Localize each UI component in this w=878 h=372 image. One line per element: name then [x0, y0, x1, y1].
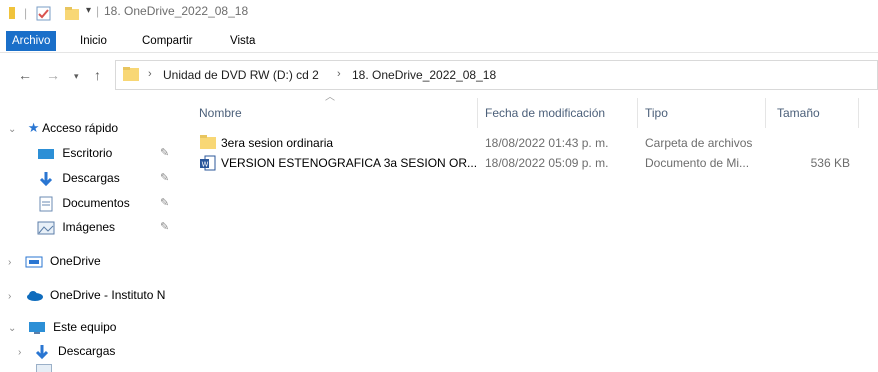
nav-item-imagenes[interactable]: Imágenes — [37, 216, 115, 238]
file-type: Documento de Mi... — [645, 156, 750, 170]
chevron-right-icon[interactable]: › — [18, 347, 21, 358]
nav-item-label: Imágenes — [62, 220, 116, 234]
file-type: Carpeta de archivos — [645, 136, 753, 150]
up-arrow-icon[interactable]: ↑ — [94, 67, 101, 83]
tab-vista[interactable]: Vista — [222, 31, 263, 51]
toolbar-divider: | — [96, 4, 100, 18]
sort-up-icon: ︿ — [325, 92, 335, 103]
nav-item-label: OneDrive — [50, 254, 101, 268]
column-header-size[interactable]: Tamaño — [777, 104, 820, 122]
column-divider[interactable] — [858, 98, 859, 128]
ribbon-divider — [0, 52, 878, 53]
file-size: 536 KB — [810, 156, 850, 170]
recent-locations-icon[interactable]: ▾ — [74, 71, 79, 82]
nav-item-label: Documentos — [62, 196, 130, 210]
tab-archivo[interactable]: Archivo — [6, 31, 57, 51]
star-icon: ★ — [27, 120, 40, 135]
column-divider[interactable] — [765, 98, 766, 128]
column-header-name[interactable]: Nombre — [199, 104, 242, 122]
chevron-right-icon[interactable]: › — [337, 68, 341, 80]
nav-item-descargas-pc[interactable]: › Descargas — [18, 340, 115, 362]
nav-onedrive[interactable]: › OneDrive — [8, 250, 101, 272]
column-divider[interactable] — [477, 98, 478, 128]
toolbar-divider: | — [24, 6, 28, 20]
onedrive-personal-icon — [25, 254, 43, 268]
computer-icon — [28, 320, 46, 334]
chevron-down-icon[interactable]: ⌄ — [8, 323, 16, 334]
column-header-type[interactable]: Tipo — [645, 104, 668, 122]
chevron-right-icon[interactable]: › — [8, 291, 11, 302]
nav-item-documentos[interactable]: Documentos — [37, 192, 130, 214]
word-document-icon: W — [200, 155, 216, 174]
nav-item-label: Escritorio — [62, 146, 113, 160]
documents-icon — [37, 196, 55, 212]
column-divider[interactable] — [637, 98, 638, 128]
nav-item-label: Descargas — [58, 344, 116, 358]
tab-compartir[interactable]: Compartir — [134, 31, 200, 51]
forward-arrow-icon[interactable]: → — [46, 67, 60, 83]
tab-inicio[interactable]: Inicio — [72, 31, 115, 51]
desktop-icon — [37, 146, 55, 160]
file-date: 18/08/2022 05:09 p. m. — [485, 156, 609, 170]
nav-this-pc[interactable]: ⌄ Este equipo — [8, 316, 116, 338]
nav-item-label: OneDrive - Instituto N — [50, 288, 166, 302]
pin-icon[interactable]: ✎ — [160, 171, 169, 184]
nav-item-label: Este equipo — [53, 320, 117, 334]
download-icon — [33, 344, 51, 359]
download-icon — [37, 171, 55, 186]
nav-quick-access-label: Acceso rápido — [42, 121, 119, 135]
table-row[interactable]: W VERSION ESTENOGRAFICA 3a SESION OR... … — [192, 153, 858, 173]
properties-icon[interactable] — [36, 6, 51, 21]
nav-onedrive-org[interactable]: › OneDrive - Instituto N — [8, 284, 178, 306]
breadcrumb-item[interactable]: Unidad de DVD RW (D:) cd 2 — [163, 68, 319, 82]
nav-quick-access[interactable]: ⌄ ★ Acceso rápido — [8, 117, 118, 139]
file-date: 18/08/2022 01:43 p. m. — [485, 136, 609, 150]
nav-item-escritorio[interactable]: Escritorio — [37, 142, 112, 164]
pictures-icon — [37, 220, 55, 235]
nav-item-label: Descargas — [62, 171, 120, 185]
back-arrow-icon[interactable]: ← — [18, 67, 32, 83]
pin-icon[interactable]: ✎ — [160, 196, 169, 209]
nav-item-descargas[interactable]: Descargas — [37, 167, 120, 189]
chevron-down-icon[interactable]: ⌄ — [8, 124, 16, 135]
new-folder-icon[interactable] — [64, 6, 79, 20]
svg-text:W: W — [202, 161, 209, 169]
folder-icon[interactable] — [8, 6, 22, 20]
table-row[interactable]: 3era sesion ordinaria 18/08/2022 01:43 p… — [192, 133, 858, 153]
file-name: 3era sesion ordinaria — [221, 136, 334, 150]
column-header-date[interactable]: Fecha de modificación — [485, 104, 605, 122]
folder-icon — [200, 135, 216, 152]
title-bar: | ▾ | 18. OneDrive_2022_08_18 — [0, 0, 878, 30]
chevron-right-icon[interactable]: › — [148, 68, 152, 80]
window-title: 18. OneDrive_2022_08_18 — [104, 4, 249, 18]
file-name: VERSION ESTENOGRAFICA 3a SESION OR... — [221, 156, 478, 170]
cloud-icon — [25, 288, 43, 302]
pin-icon[interactable]: ✎ — [160, 220, 169, 233]
customize-toolbar-icon[interactable]: ▾ — [86, 5, 91, 16]
breadcrumb-item[interactable]: 18. OneDrive_2022_08_18 — [352, 68, 496, 82]
pin-icon[interactable]: ✎ — [160, 146, 169, 159]
folder-icon — [122, 66, 140, 85]
chevron-right-icon[interactable]: › — [8, 257, 11, 268]
